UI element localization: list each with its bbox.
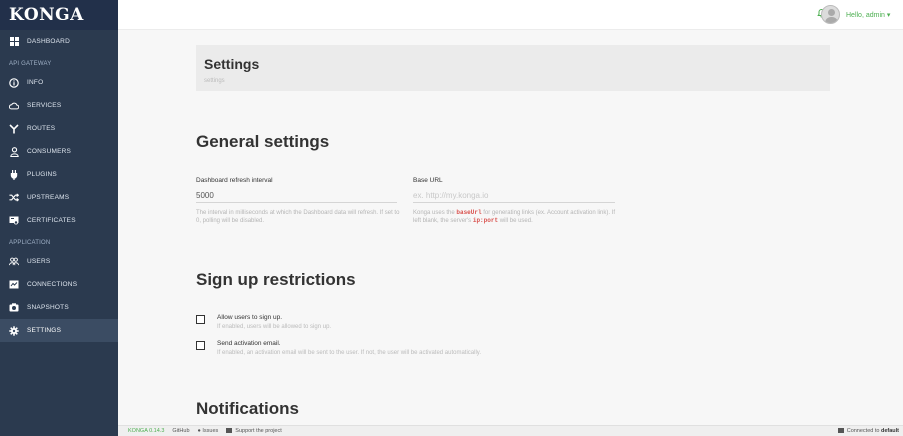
sidebar-item-label: PLUGINS [27, 171, 57, 178]
sidebar-item-label: CERTIFICATES [27, 217, 76, 224]
base-url-help-text: will be used. [498, 218, 533, 224]
sidebar-item-label: USERS [27, 258, 51, 265]
sidebar-section-application: APPLICATION [9, 240, 51, 246]
brand-text: KONGA [9, 5, 84, 25]
sidebar-item-users[interactable]: USERS [0, 250, 118, 273]
sidebar-item-upstreams[interactable]: UPSTREAMS [0, 186, 118, 209]
user-menu[interactable]: Hello, admin ▾ [846, 11, 890, 19]
avatar[interactable] [821, 5, 840, 24]
activation-email-help: If enabled, an activation email will be … [217, 350, 482, 356]
sidebar-item-label: UPSTREAMS [27, 194, 70, 201]
support-link-label: Support the project [235, 428, 282, 434]
breadcrumb[interactable]: settings [204, 78, 822, 84]
activation-email-row: Send activation email. If enabled, an ac… [196, 340, 481, 356]
user-icon [9, 146, 19, 157]
route-fork-icon [9, 123, 19, 134]
allow-signup-label[interactable]: Allow users to sign up. [217, 314, 331, 321]
dashboard-icon [9, 37, 19, 47]
ip-port-code: ip:port [472, 217, 499, 224]
issues-link[interactable]: ● Issues [198, 428, 219, 434]
connection-name[interactable]: default [881, 428, 899, 434]
allow-signup-row: Allow users to sign up. If enabled, user… [196, 314, 331, 330]
base-url-help-text: Konga uses the [413, 210, 457, 216]
sidebar-item-connections[interactable]: CONNECTIONS [0, 273, 118, 296]
top-bar: Hello, admin ▾ [118, 0, 903, 30]
github-icon: ● [197, 428, 201, 434]
refresh-interval-input[interactable] [196, 189, 397, 203]
allow-signup-help: If enabled, users will be allowed to sig… [217, 324, 332, 330]
page-title: Settings [204, 56, 260, 72]
sidebar-item-label: SERVICES [27, 102, 62, 109]
refresh-interval-label: Dashboard refresh interval [196, 177, 273, 184]
cloud-icon [9, 101, 19, 111]
connection-icon [837, 428, 844, 433]
sidebar-footer-strip [0, 425, 118, 436]
sidebar-item-label: SNAPSHOTS [27, 304, 69, 311]
plug-icon [9, 169, 19, 180]
sidebar-item-label: CONSUMERS [27, 148, 72, 155]
camera-icon [9, 303, 19, 313]
base-url-input[interactable] [413, 189, 615, 203]
page-header: Settings settings [196, 45, 830, 91]
activation-email-label[interactable]: Send activation email. [217, 340, 481, 347]
sidebar-item-services[interactable]: SERVICES [0, 94, 118, 117]
base-url-code: baseUrl [456, 209, 482, 216]
base-url-help: Konga uses the baseUrl for generating li… [413, 209, 618, 225]
sidebar-item-label: SETTINGS [27, 327, 62, 334]
sidebar-item-settings[interactable]: SETTINGS [0, 319, 118, 342]
connection-status: Connected to default [837, 428, 899, 434]
sidebar-item-routes[interactable]: ROUTES [0, 117, 118, 140]
coffee-icon [226, 428, 233, 433]
allow-signup-checkbox[interactable] [196, 315, 205, 324]
base-url-label: Base URL [413, 177, 443, 184]
footer: KONGA 0.14.3 GitHub ● Issues Support the… [118, 425, 903, 436]
sidebar-section-api: API GATEWAY [9, 61, 52, 67]
users-icon [9, 257, 19, 267]
connection-status-text: Connected to [846, 428, 881, 434]
shuffle-icon [9, 193, 19, 203]
sidebar-item-label: ROUTES [27, 125, 56, 132]
info-circle-icon [9, 77, 19, 88]
support-link[interactable]: Support the project [226, 428, 282, 434]
sidebar-item-snapshots[interactable]: SNAPSHOTS [0, 296, 118, 319]
notifications-heading: Notifications [196, 399, 299, 418]
general-settings-heading: General settings [196, 132, 330, 151]
sidebar-item-plugins[interactable]: PLUGINS [0, 163, 118, 186]
sidebar-item-info[interactable]: INFO [0, 71, 118, 94]
issues-link-label: Issues [202, 428, 219, 434]
gear-icon [9, 325, 19, 336]
activation-email-checkbox[interactable] [196, 341, 205, 350]
sidebar-item-label: INFO [27, 79, 44, 86]
sidebar: KONGA DASHBOARD API GATEWAY INFO SERVICE… [0, 0, 118, 425]
sidebar-item-label: CONNECTIONS [27, 281, 78, 288]
certificate-icon [9, 216, 19, 226]
version-label: KONGA 0.14.3 [128, 428, 165, 434]
github-link[interactable]: GitHub [172, 428, 189, 434]
signup-restrictions-heading: Sign up restrictions [196, 270, 356, 289]
sidebar-item-dashboard[interactable]: DASHBOARD [0, 30, 118, 53]
sidebar-item-label: DASHBOARD [27, 38, 70, 45]
refresh-interval-help: The interval in milliseconds at which th… [196, 210, 400, 224]
connection-icon [9, 280, 19, 290]
brand-logo[interactable]: KONGA [0, 0, 118, 30]
sidebar-item-certificates[interactable]: CERTIFICATES [0, 209, 118, 232]
sidebar-item-consumers[interactable]: CONSUMERS [0, 140, 118, 163]
